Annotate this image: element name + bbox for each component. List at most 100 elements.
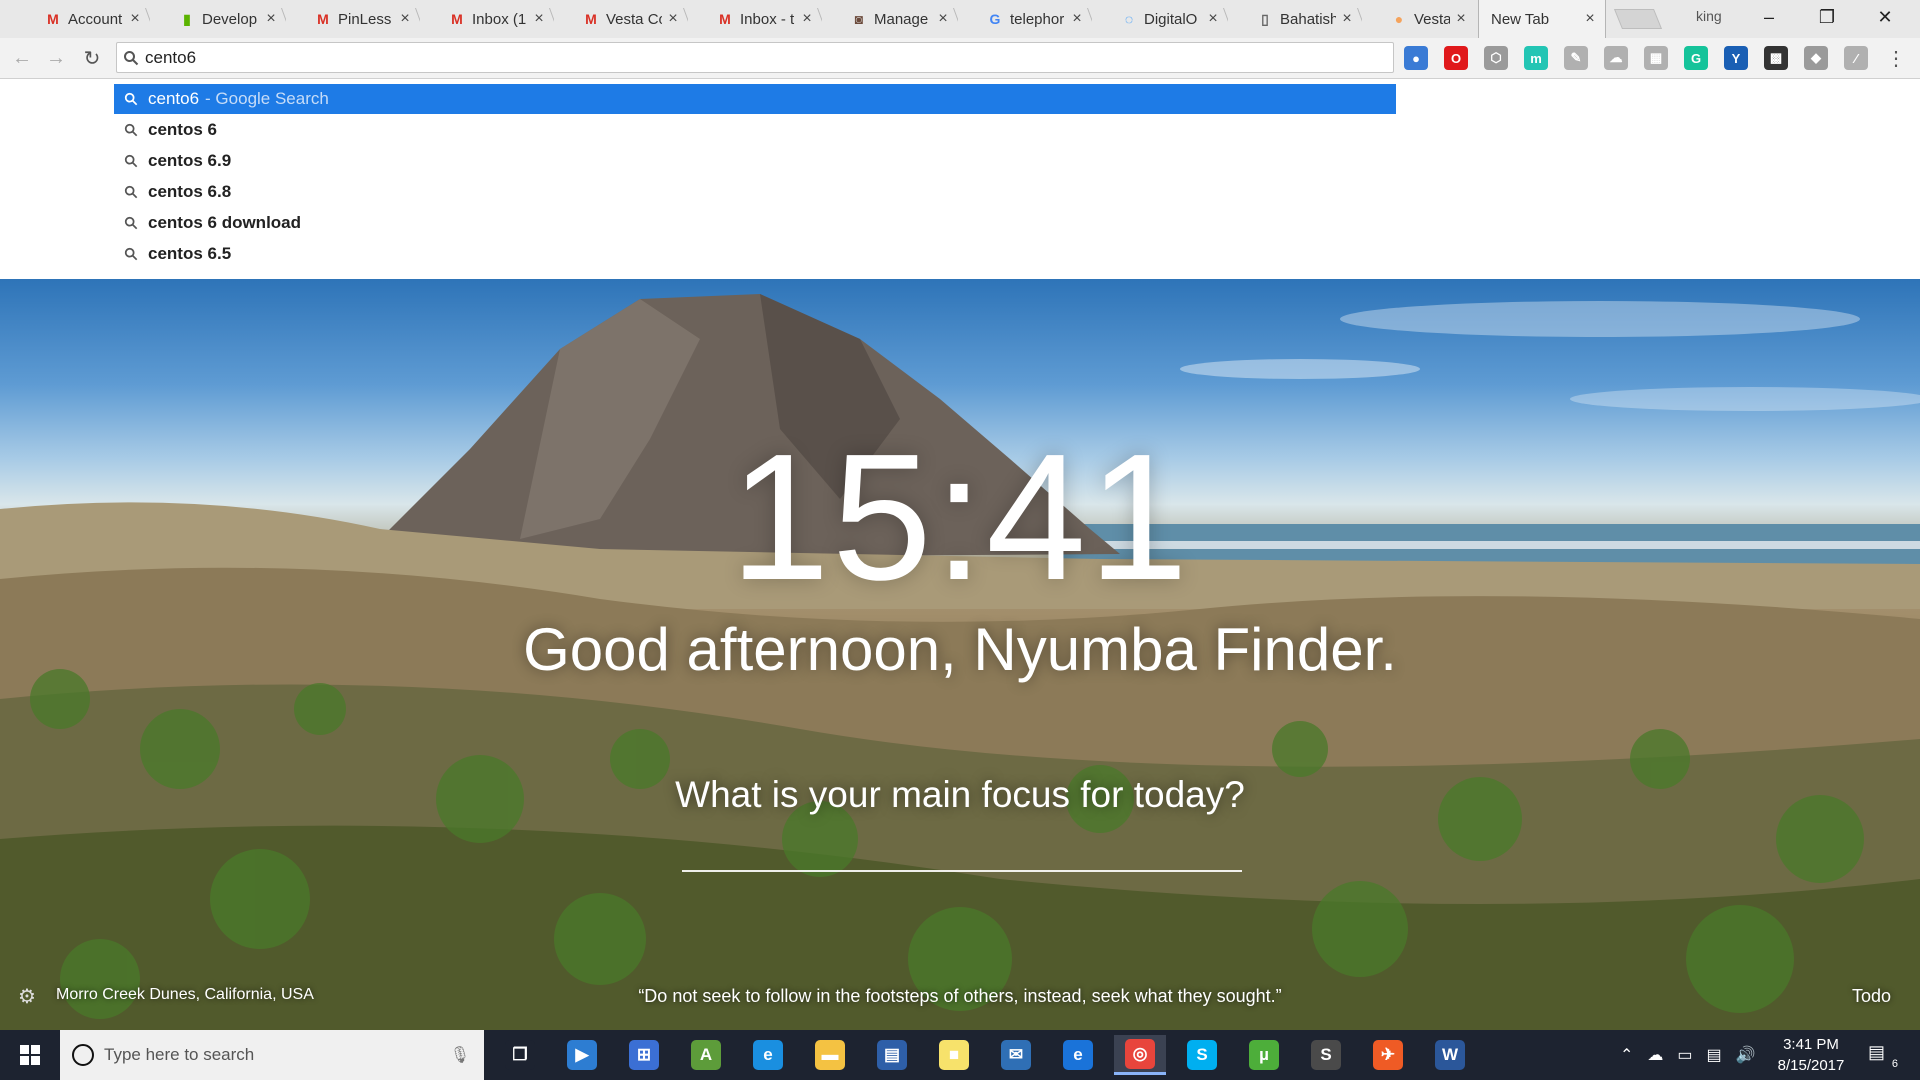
android-studio-icon[interactable]: A bbox=[680, 1035, 732, 1075]
utorrent-icon[interactable]: µ bbox=[1238, 1035, 1290, 1075]
tab-close-icon[interactable]: × bbox=[398, 10, 412, 28]
media-player-icon[interactable]: ▶ bbox=[556, 1035, 608, 1075]
microphone-icon[interactable]: 🎙 bbox=[450, 1045, 470, 1065]
y-extension-icon[interactable]: Y bbox=[1724, 46, 1748, 70]
sublime-text-icon-glyph: S bbox=[1311, 1040, 1341, 1070]
sticky-notes-icon[interactable]: ■ bbox=[928, 1035, 980, 1075]
thunderbird-icon[interactable]: ✉ bbox=[990, 1035, 1042, 1075]
back-button[interactable]: ← bbox=[10, 46, 34, 70]
reload-button[interactable]: ↻ bbox=[80, 46, 104, 70]
browser-tab[interactable]: ◌ DigitalO × bbox=[1094, 0, 1228, 38]
suggestion-text: centos 6 download bbox=[148, 213, 302, 232]
pdf-extension-icon[interactable]: ⁄ bbox=[1844, 46, 1868, 70]
browser-tab[interactable]: M Inbox (1 × bbox=[422, 0, 554, 38]
browser-tab[interactable]: ◙ Manage × bbox=[824, 0, 958, 38]
volume-icon[interactable]: 🔊 bbox=[1736, 1045, 1756, 1065]
tab-close-icon[interactable]: × bbox=[128, 10, 142, 28]
task-view-icon-glyph: ❐ bbox=[505, 1040, 535, 1070]
forward-button[interactable]: → bbox=[44, 46, 68, 70]
browser-tab[interactable]: ▮ Develop × bbox=[152, 0, 286, 38]
address-input[interactable] bbox=[145, 47, 1345, 68]
chrome-icon-glyph: ◎ bbox=[1125, 1038, 1155, 1069]
browser-tab[interactable]: M Account × bbox=[18, 0, 150, 38]
internet-explorer-icon-glyph: e bbox=[753, 1040, 783, 1070]
cortana-icon bbox=[72, 1044, 94, 1066]
suggestion-text: centos 6.5 bbox=[148, 244, 232, 263]
globe-extension-icon[interactable]: ● bbox=[1404, 46, 1428, 70]
chrome-icon[interactable]: ◎ bbox=[1114, 1035, 1166, 1075]
tab-close-icon[interactable]: × bbox=[1454, 10, 1468, 28]
tab-close-icon[interactable]: × bbox=[1206, 10, 1220, 28]
focus-question: What is your main focus for today? bbox=[675, 774, 1245, 815]
browser-tab[interactable]: M PinLess × bbox=[288, 0, 420, 38]
action-center-icon[interactable]: ▤ 6 bbox=[1868, 1042, 1898, 1070]
suggestion-item[interactable]: centos 6.8 bbox=[114, 177, 1396, 207]
minimize-button[interactable]: – bbox=[1740, 0, 1798, 34]
browser-tab[interactable]: ▯ Bahatish × bbox=[1230, 0, 1362, 38]
task-view-icon[interactable]: ❐ bbox=[494, 1035, 546, 1075]
tab-close-icon[interactable]: × bbox=[936, 10, 950, 28]
omnibox[interactable] bbox=[116, 42, 1394, 73]
show-hidden-icons-icon[interactable]: ⌃ bbox=[1620, 1045, 1633, 1065]
cloud-extension-icon[interactable]: ☁ bbox=[1604, 46, 1628, 70]
tab-close-icon[interactable]: × bbox=[1340, 10, 1354, 28]
tab-separator bbox=[144, 8, 150, 30]
browser-tab[interactable]: New Tab × bbox=[1478, 0, 1606, 38]
momentum-extension-icon[interactable]: m bbox=[1524, 46, 1548, 70]
tab-close-icon[interactable]: × bbox=[1583, 10, 1597, 28]
sublime-text-icon[interactable]: S bbox=[1300, 1035, 1352, 1075]
start-button[interactable] bbox=[0, 1030, 60, 1080]
browser-tab[interactable]: M Vesta Co × bbox=[556, 0, 688, 38]
android-studio-icon-glyph: A bbox=[691, 1040, 721, 1070]
network-icon[interactable]: ▤ bbox=[1707, 1045, 1722, 1065]
shield-extension-icon[interactable]: ⬡ bbox=[1484, 46, 1508, 70]
network-app-icon[interactable]: ⊞ bbox=[618, 1035, 670, 1075]
suggestion-item[interactable]: centos 6.9 bbox=[114, 146, 1396, 176]
suggestion-item[interactable]: cento6 - Google Search bbox=[114, 84, 1396, 114]
word-icon[interactable]: W bbox=[1424, 1035, 1476, 1075]
skype-icon[interactable]: S bbox=[1176, 1035, 1228, 1075]
pencil-extension-icon[interactable]: ✎ bbox=[1564, 46, 1588, 70]
daily-quote: “Do not seek to follow in the footsteps … bbox=[638, 986, 1282, 1006]
close-window-button[interactable]: ✕ bbox=[1856, 0, 1914, 34]
tab-close-icon[interactable]: × bbox=[532, 10, 546, 28]
app-tiles-icon[interactable]: ▤ bbox=[866, 1035, 918, 1075]
suggestion-item[interactable]: centos 6 bbox=[114, 115, 1396, 145]
internet-explorer-icon[interactable]: e bbox=[742, 1035, 794, 1075]
apps-grid-icon[interactable]: ▩ bbox=[1764, 46, 1788, 70]
focus-input[interactable] bbox=[682, 870, 1242, 872]
taskbar-search[interactable]: Type here to search 🎙 bbox=[60, 1030, 484, 1080]
tab-close-icon[interactable]: × bbox=[800, 10, 814, 28]
tab-close-icon[interactable]: × bbox=[666, 10, 680, 28]
profile-name[interactable]: king bbox=[1696, 8, 1722, 24]
media-player-icon-glyph: ▶ bbox=[567, 1040, 597, 1070]
new-tab-button[interactable] bbox=[1613, 9, 1663, 29]
browser-tab[interactable]: M Inbox - t × bbox=[690, 0, 822, 38]
restore-button[interactable]: ❐ bbox=[1798, 0, 1856, 34]
opera-extension-icon[interactable]: O bbox=[1444, 46, 1468, 70]
table-extension-icon[interactable]: ▦ bbox=[1644, 46, 1668, 70]
tab-separator bbox=[414, 8, 420, 30]
suggestion-text: centos 6.8 bbox=[148, 182, 232, 201]
edge-icon[interactable]: e bbox=[1052, 1035, 1104, 1075]
puzzle-extension-icon[interactable]: ◆ bbox=[1804, 46, 1828, 70]
word-icon-glyph: W bbox=[1435, 1040, 1465, 1070]
battery-icon[interactable]: ▭ bbox=[1677, 1045, 1692, 1065]
onedrive-icon[interactable]: ☁ bbox=[1647, 1045, 1663, 1065]
google-icon: G bbox=[989, 11, 1001, 27]
suggestion-item[interactable]: centos 6 download bbox=[114, 208, 1396, 238]
tab-strip: M Account × ▮ Develop × M PinLess × M Inbox (1 × M Ve… bbox=[0, 0, 1920, 38]
taskbar-clock[interactable]: 3:41 PM 8/15/2017 bbox=[1766, 1034, 1856, 1076]
suggestion-item[interactable]: centos 6.5 bbox=[114, 239, 1396, 269]
chrome-menu-button[interactable]: ⋮ bbox=[1884, 46, 1908, 70]
postman-icon[interactable]: ✈ bbox=[1362, 1035, 1414, 1075]
grammarly-extension-icon[interactable]: G bbox=[1684, 46, 1708, 70]
browser-tab[interactable]: ● Vesta - V× bbox=[1364, 0, 1476, 38]
taskbar-search-placeholder: Type here to search bbox=[104, 1045, 255, 1064]
tab-close-icon[interactable]: × bbox=[264, 10, 278, 28]
tab-separator bbox=[548, 8, 554, 30]
todo-button[interactable]: Todo bbox=[1852, 986, 1891, 1007]
tab-close-icon[interactable]: × bbox=[1070, 10, 1084, 28]
file-explorer-icon[interactable]: ▬ bbox=[804, 1035, 856, 1075]
browser-tab[interactable]: Gtelephor × bbox=[960, 0, 1092, 38]
